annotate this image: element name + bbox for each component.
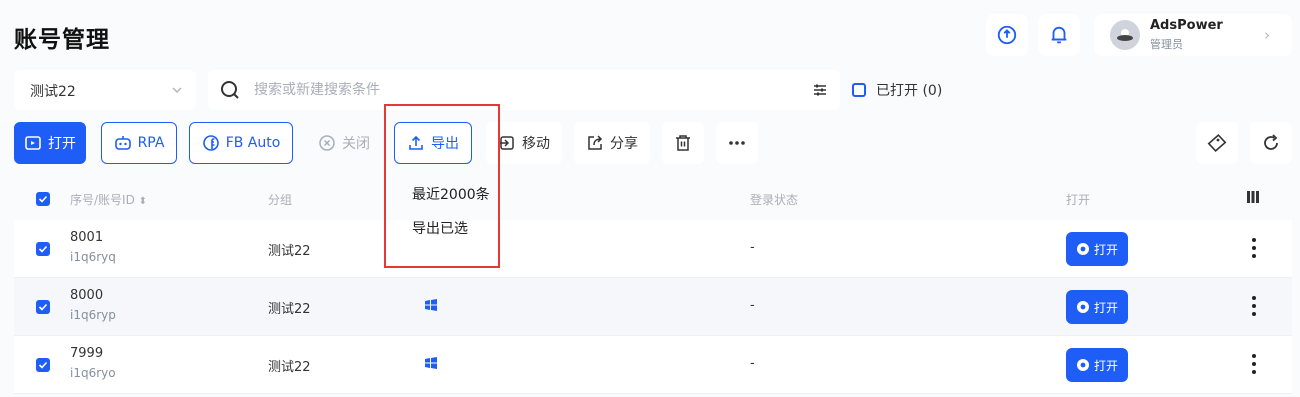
export-button-label: 导出 bbox=[431, 136, 459, 152]
chevron-down-icon bbox=[172, 87, 182, 94]
row-login-status: - bbox=[750, 240, 755, 255]
refresh-icon bbox=[1264, 134, 1278, 150]
row-more-icon[interactable] bbox=[1252, 238, 1258, 262]
fb-auto-button-label: FB Auto bbox=[225, 135, 281, 151]
row-checkbox[interactable] bbox=[36, 300, 50, 314]
tag-button[interactable] bbox=[1196, 122, 1238, 164]
more-button[interactable] bbox=[716, 122, 758, 164]
facebook-icon bbox=[202, 135, 219, 151]
share-button-label: 分享 bbox=[610, 136, 638, 152]
account-table: 序号/账号ID ⬍ 分组 登录状态 打开 8001 i1q6ryq 测试22 -… bbox=[14, 178, 1292, 394]
delete-button[interactable] bbox=[662, 122, 704, 164]
export-selected-item[interactable]: 导出已选 bbox=[398, 212, 494, 246]
group-select[interactable]: 测试22 bbox=[14, 70, 196, 110]
filter-icon[interactable] bbox=[812, 82, 828, 98]
row-group: 测试22 bbox=[268, 360, 311, 375]
th-login: 登录状态 bbox=[750, 193, 799, 207]
rpa-button-label: RPA bbox=[137, 135, 165, 151]
opened-checkbox[interactable] bbox=[852, 83, 866, 97]
close-circle-icon bbox=[319, 135, 335, 151]
row-group: 测试22 bbox=[268, 302, 311, 317]
windows-icon bbox=[424, 298, 438, 316]
notification-button[interactable] bbox=[1038, 14, 1080, 56]
page-title: 账号管理 bbox=[14, 27, 110, 53]
row-open-button[interactable]: 打开 bbox=[1066, 348, 1128, 382]
search-box[interactable] bbox=[208, 70, 840, 110]
row-more-icon[interactable] bbox=[1252, 354, 1258, 378]
move-icon bbox=[499, 136, 514, 150]
opened-label: 已打开 (0) bbox=[876, 83, 943, 99]
row-index: 7999 bbox=[70, 346, 104, 361]
user-name: AdsPower bbox=[1150, 18, 1223, 33]
share-button[interactable]: 分享 bbox=[574, 122, 650, 164]
rpa-button[interactable]: RPA bbox=[101, 122, 177, 164]
upload-icon bbox=[409, 135, 423, 150]
row-open-button[interactable]: 打开 bbox=[1066, 290, 1128, 324]
table-header: 序号/账号ID ⬍ 分组 登录状态 打开 bbox=[14, 178, 1292, 220]
chrome-icon bbox=[1076, 243, 1089, 255]
select-all-checkbox[interactable] bbox=[36, 192, 50, 206]
row-account-id: i1q6ryq bbox=[70, 250, 116, 264]
export-button[interactable]: 导出 bbox=[394, 122, 472, 164]
row-login-status: - bbox=[750, 356, 755, 371]
chevron-right-icon: › bbox=[1264, 26, 1270, 44]
group-select-value: 测试22 bbox=[30, 84, 76, 100]
share-icon bbox=[588, 135, 603, 150]
close-button-label: 关闭 bbox=[342, 136, 370, 152]
open-button-label: 打开 bbox=[48, 136, 76, 152]
user-menu[interactable]: AdsPower 管理员 › bbox=[1094, 14, 1292, 56]
export-dropdown: 最近2000条 导出已选 bbox=[398, 178, 494, 246]
row-group: 测试22 bbox=[268, 244, 311, 259]
sort-icon[interactable]: ⬍ bbox=[139, 196, 147, 207]
search-input[interactable] bbox=[254, 78, 774, 102]
th-open: 打开 bbox=[1066, 193, 1091, 207]
row-index: 8001 bbox=[70, 230, 104, 245]
sync-icon bbox=[997, 25, 1017, 45]
chrome-icon bbox=[1076, 301, 1089, 313]
tag-icon bbox=[1207, 134, 1227, 152]
table-row[interactable]: 8000 i1q6ryp 测试22 - 打开 bbox=[14, 278, 1292, 336]
window-icon bbox=[25, 136, 41, 150]
row-index: 8000 bbox=[70, 288, 104, 303]
windows-icon bbox=[424, 356, 438, 374]
open-button[interactable]: 打开 bbox=[14, 122, 86, 164]
refresh-button[interactable] bbox=[1250, 122, 1292, 164]
row-more-icon[interactable] bbox=[1252, 296, 1258, 320]
row-account-id: i1q6ryo bbox=[70, 366, 116, 380]
avatar bbox=[1110, 20, 1140, 50]
bell-icon bbox=[1051, 26, 1067, 44]
columns-icon[interactable] bbox=[1246, 190, 1260, 207]
table-row[interactable]: 7999 i1q6ryo 测试22 - 打开 bbox=[14, 336, 1292, 394]
row-login-status: - bbox=[750, 298, 755, 313]
fb-auto-button[interactable]: FB Auto bbox=[189, 122, 293, 164]
opened-filter[interactable]: 已打开 (0) bbox=[852, 80, 942, 100]
move-button[interactable]: 移动 bbox=[486, 122, 562, 164]
user-role: 管理员 bbox=[1150, 38, 1183, 51]
search-icon bbox=[221, 81, 239, 99]
row-account-id: i1q6ryp bbox=[70, 308, 116, 322]
more-icon bbox=[729, 141, 745, 145]
row-checkbox[interactable] bbox=[36, 242, 50, 256]
move-button-label: 移动 bbox=[522, 136, 550, 152]
th-group: 分组 bbox=[268, 193, 293, 207]
sync-button[interactable] bbox=[986, 14, 1028, 56]
row-checkbox[interactable] bbox=[36, 358, 50, 372]
chrome-icon bbox=[1076, 359, 1089, 371]
export-recent-2000-item[interactable]: 最近2000条 bbox=[398, 178, 494, 212]
row-open-button[interactable]: 打开 bbox=[1066, 232, 1128, 266]
table-row[interactable]: 8001 i1q6ryq 测试22 - 打开 bbox=[14, 220, 1292, 278]
th-id[interactable]: 序号/账号ID ⬍ bbox=[70, 191, 147, 208]
trash-icon bbox=[676, 135, 690, 151]
robot-icon bbox=[114, 136, 131, 150]
close-button[interactable]: 关闭 bbox=[306, 122, 382, 164]
